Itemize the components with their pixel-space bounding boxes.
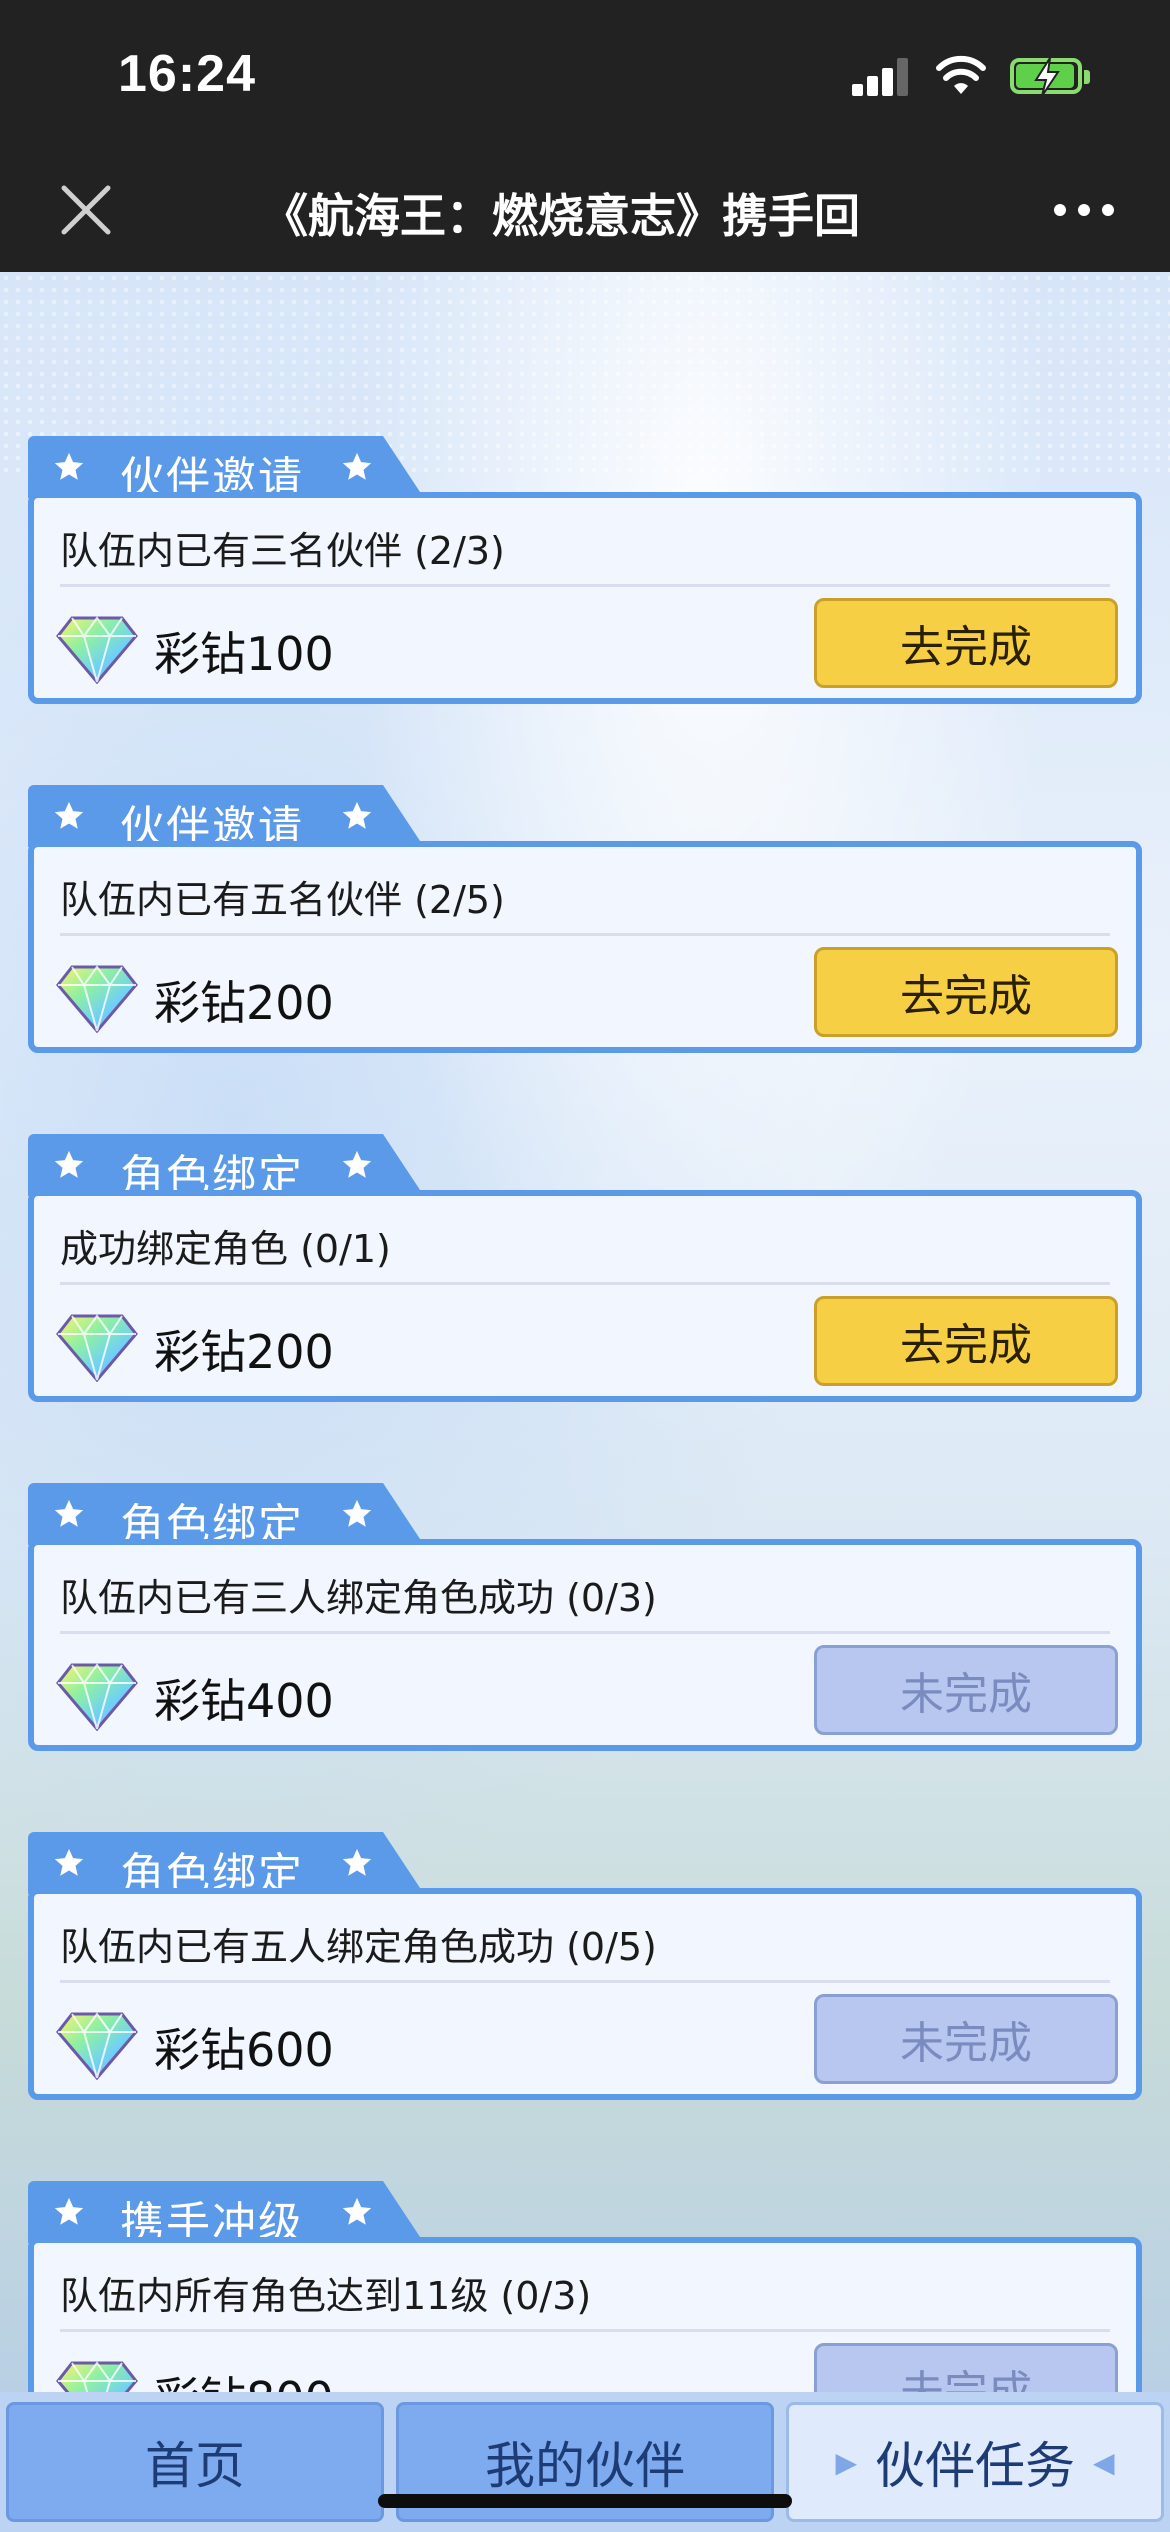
triangle-right-icon: ▶ <box>835 2445 857 2479</box>
diamond-icon <box>56 965 138 1033</box>
triangle-left-icon: ◀ <box>1093 2445 1115 2479</box>
task-category-tag: 携手冲级 <box>28 2181 424 2243</box>
go-complete-button[interactable]: 去完成 <box>814 947 1118 1037</box>
task-category-tag: 伙伴邀请 <box>28 436 424 498</box>
task-card: 伙伴邀请 队伍内已有五名伙伴 (2/5) 彩钻200 去完成 <box>28 785 1142 1057</box>
divider <box>60 933 1110 936</box>
task-category-tag: 角色绑定 <box>28 1832 424 1894</box>
divider <box>60 2329 1110 2332</box>
task-description: 队伍内已有三人绑定角色成功 (0/3) <box>60 1576 657 1620</box>
reward-amount: 彩钻400 <box>154 1674 334 1728</box>
task-card: 伙伴邀请 队伍内已有三名伙伴 (2/3) 彩钻100 去完成 <box>28 436 1142 708</box>
incomplete-button[interactable]: 未完成 <box>814 2343 1118 2392</box>
task-category-tag: 角色绑定 <box>28 1483 424 1545</box>
task-card-body: 队伍内已有三人绑定角色成功 (0/3) 彩钻400 未完成 <box>28 1539 1142 1751</box>
reward-amount: 彩钻800 <box>154 2363 334 2392</box>
close-icon[interactable] <box>58 182 114 238</box>
task-card-body: 队伍内已有五名伙伴 (2/5) 彩钻200 去完成 <box>28 841 1142 1053</box>
task-card: 携手冲级 队伍内所有角色达到11级 (0/3) 彩钻800 未完成 <box>28 2181 1142 2392</box>
task-description: 队伍内所有角色达到11级 (0/3) <box>60 2274 592 2318</box>
status-time: 16:24 <box>118 45 256 103</box>
star-icon <box>54 1499 84 1527</box>
bottom-tab-bar: 首页 我的伙伴 ▶ 伙伴任务 ◀ <box>0 2392 1170 2532</box>
task-card: 角色绑定 队伍内已有三人绑定角色成功 (0/3) 彩钻400 未完成 <box>28 1483 1142 1755</box>
task-card-body: 队伍内已有五人绑定角色成功 (0/5) 彩钻600 未完成 <box>28 1888 1142 2100</box>
battery-cap <box>1084 70 1090 84</box>
divider <box>60 1282 1110 1285</box>
diamond-icon <box>56 1663 138 1731</box>
divider <box>60 1631 1110 1634</box>
reward-amount: 彩钻100 <box>154 627 334 681</box>
star-icon <box>54 801 84 829</box>
task-card-body: 队伍内已有三名伙伴 (2/3) 彩钻100 去完成 <box>28 492 1142 704</box>
star-icon <box>54 452 84 480</box>
task-card-body: 队伍内所有角色达到11级 (0/3) 彩钻800 未完成 <box>28 2237 1142 2392</box>
task-description: 成功绑定角色 (0/1) <box>60 1227 391 1271</box>
nav-bar: 《航海王：燃烧意志》携手回 <box>0 150 1170 272</box>
go-complete-button[interactable]: 去完成 <box>814 1296 1118 1386</box>
task-card-body: 成功绑定角色 (0/1) 彩钻200 去完成 <box>28 1190 1142 1402</box>
wifi-icon <box>936 55 986 94</box>
divider <box>60 1980 1110 1983</box>
star-icon <box>342 1150 372 1178</box>
star-icon <box>54 2197 84 2225</box>
star-icon <box>54 1150 84 1178</box>
diamond-icon <box>56 2361 138 2392</box>
task-description: 队伍内已有五人绑定角色成功 (0/5) <box>60 1925 657 1969</box>
reward-amount: 彩钻600 <box>154 2023 334 2077</box>
incomplete-button[interactable]: 未完成 <box>814 1645 1118 1735</box>
reward-amount: 彩钻200 <box>154 1325 334 1379</box>
page-title: 《航海王：燃烧意志》携手回 <box>262 189 860 243</box>
reward-amount: 彩钻200 <box>154 976 334 1030</box>
tab-home[interactable]: 首页 <box>6 2402 384 2522</box>
task-category-tag: 角色绑定 <box>28 1134 424 1196</box>
incomplete-button[interactable]: 未完成 <box>814 1994 1118 2084</box>
diamond-icon <box>56 616 138 684</box>
tab-partner-tasks-label: 伙伴任务 <box>875 2437 1075 2495</box>
go-complete-button[interactable]: 去完成 <box>814 598 1118 688</box>
tab-partner-tasks[interactable]: ▶ 伙伴任务 ◀ <box>786 2402 1164 2522</box>
charging-bolt-icon <box>1034 57 1060 97</box>
more-icon[interactable] <box>1054 198 1118 222</box>
diamond-icon <box>56 1314 138 1382</box>
star-icon <box>342 2197 372 2225</box>
star-icon <box>342 1499 372 1527</box>
star-icon <box>54 1848 84 1876</box>
task-card: 角色绑定 成功绑定角色 (0/1) 彩钻200 去完成 <box>28 1134 1142 1406</box>
task-card: 角色绑定 队伍内已有五人绑定角色成功 (0/5) 彩钻600 未完成 <box>28 1832 1142 2104</box>
task-description: 队伍内已有三名伙伴 (2/3) <box>60 529 505 573</box>
star-icon <box>342 452 372 480</box>
task-list[interactable]: 伙伴邀请 队伍内已有三名伙伴 (2/3) 彩钻100 去完成 伙伴邀请 队伍内已… <box>0 272 1170 2392</box>
status-bar: 16:24 <box>0 0 1170 150</box>
star-icon <box>342 1848 372 1876</box>
signal-icon <box>852 56 912 96</box>
star-icon <box>342 801 372 829</box>
home-indicator[interactable] <box>378 2494 792 2508</box>
divider <box>60 584 1110 587</box>
diamond-icon <box>56 2012 138 2080</box>
task-description: 队伍内已有五名伙伴 (2/5) <box>60 878 505 922</box>
task-category-tag: 伙伴邀请 <box>28 785 424 847</box>
